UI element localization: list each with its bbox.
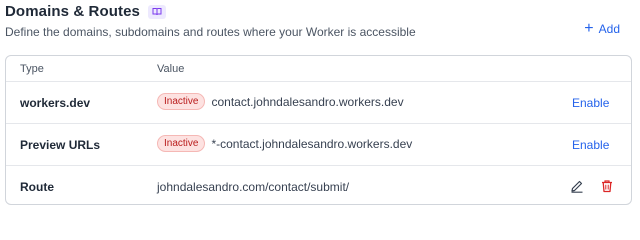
status-badge: Inactive xyxy=(157,135,206,152)
enable-button[interactable]: Enable xyxy=(572,96,609,110)
row-value: johndalesandro.com/contact/submit/ xyxy=(157,180,349,194)
trash-icon[interactable] xyxy=(598,177,616,195)
row-value-text: *-contact.johndalesandro.workers.dev xyxy=(211,136,413,151)
add-button[interactable]: + Add xyxy=(584,20,620,37)
title-row: Domains & Routes xyxy=(5,3,166,20)
row-value: Inactive contact.johndalesandro.workers.… xyxy=(157,93,404,110)
plus-icon: + xyxy=(584,20,594,37)
table-row-workers-dev: workers.dev Inactive contact.johndalesan… xyxy=(6,82,631,124)
section-header: Domains & Routes Define the domains, sub… xyxy=(5,0,635,48)
status-badge: Inactive xyxy=(157,93,206,110)
row-value: Inactive *-contact.johndalesandro.worker… xyxy=(157,135,412,152)
table-row-route: Route johndalesandro.com/contact/submit/ xyxy=(6,166,631,204)
table-row-preview-urls: Preview URLs Inactive *-contact.johndale… xyxy=(6,124,631,166)
column-header-type: Type xyxy=(20,63,44,75)
section-subtitle: Define the domains, subdomains and route… xyxy=(5,25,416,39)
pencil-icon[interactable] xyxy=(568,177,586,195)
enable-button[interactable]: Enable xyxy=(572,138,609,152)
row-type: Route xyxy=(20,180,54,194)
section-title: Domains & Routes xyxy=(5,3,140,20)
row-value-text: johndalesandro.com/contact/submit/ xyxy=(157,180,350,194)
row-type: workers.dev xyxy=(20,96,91,110)
row-value-text: contact.johndalesandro.workers.dev xyxy=(211,94,404,109)
row-type: Preview URLs xyxy=(20,138,101,152)
column-header-value: Value xyxy=(157,63,185,75)
book-icon[interactable] xyxy=(147,4,166,19)
table-header: Type Value xyxy=(6,56,631,82)
domains-routes-table: Type Value workers.dev Inactive contact.… xyxy=(5,55,632,205)
add-button-label: Add xyxy=(598,22,620,36)
